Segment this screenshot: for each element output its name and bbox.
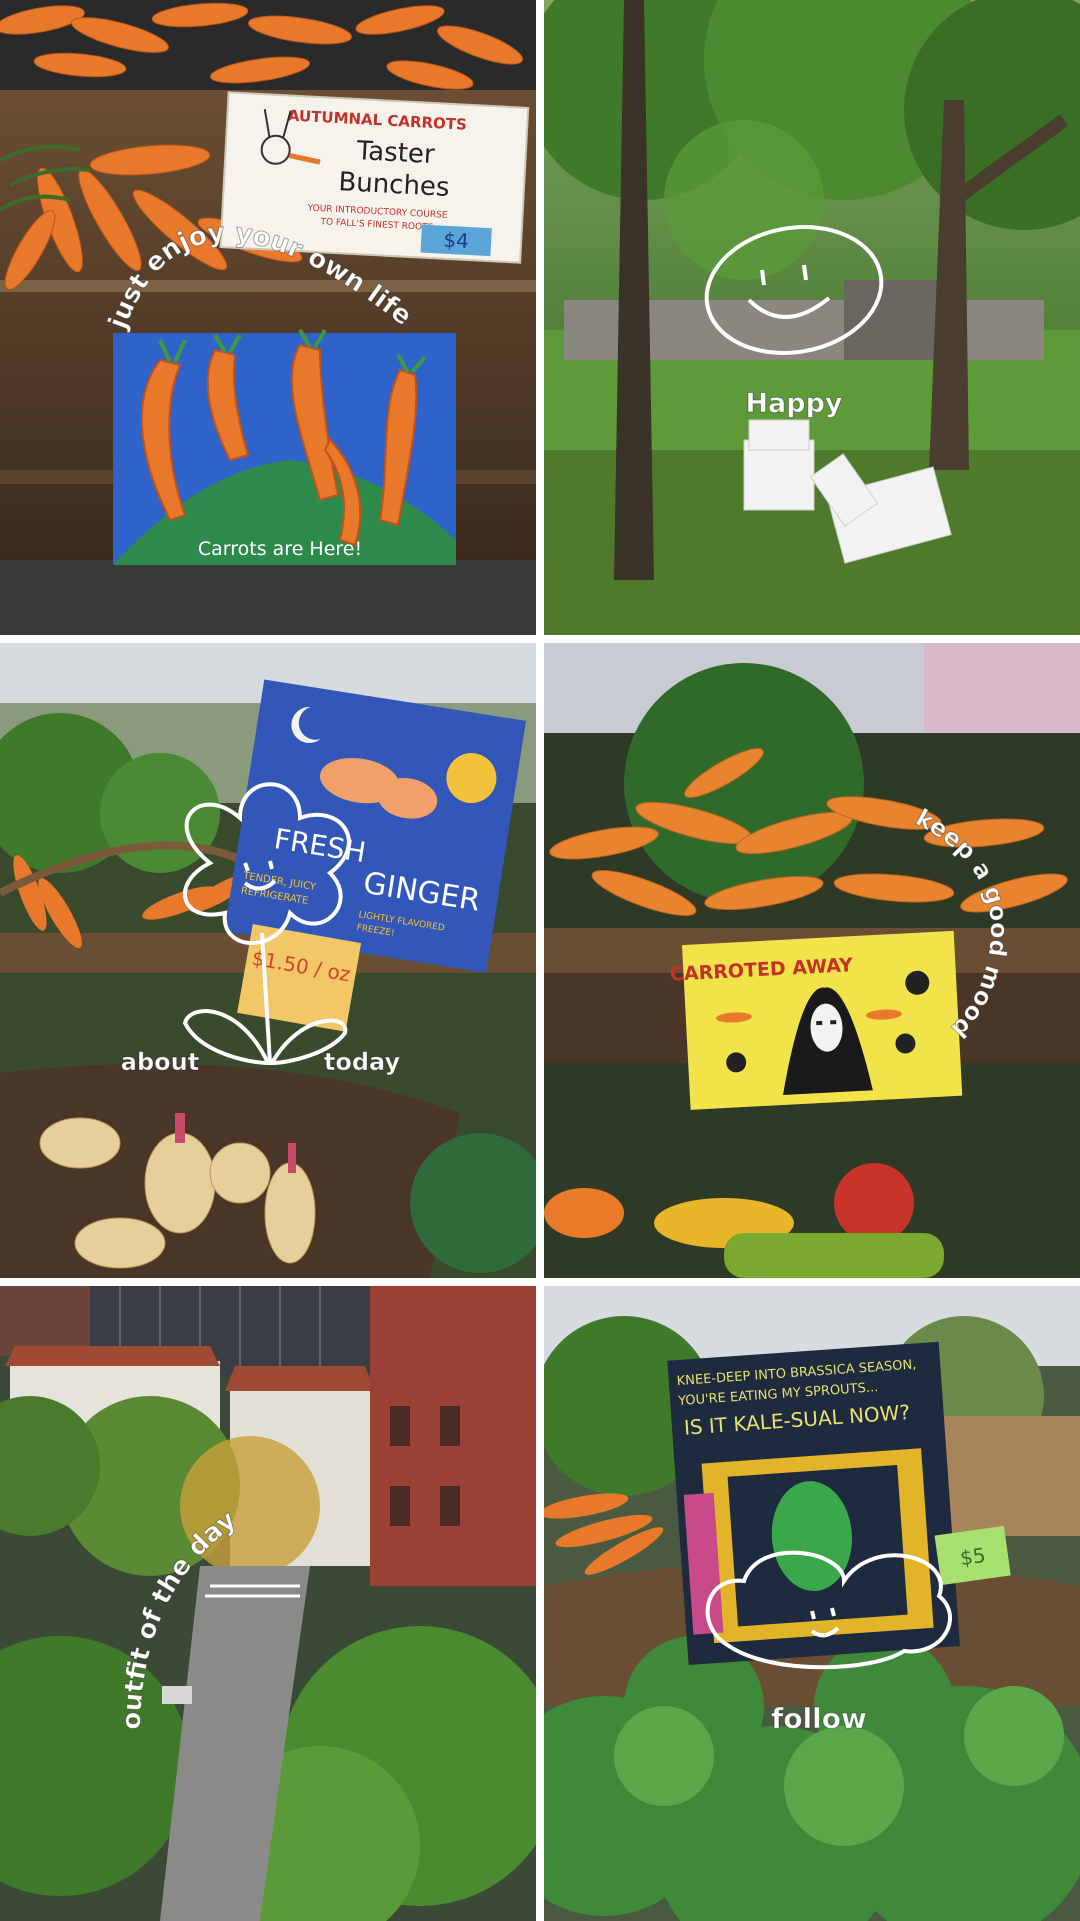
panel-carrots-taster: AUTUMNAL CARROTS Taster Bunches YOUR INT… [0,0,536,635]
panel-carroted-away: CARROTED AWAY keep a good mood [544,643,1080,1278]
photo-collage: AUTUMNAL CARROTS Taster Bunches YOUR INT… [0,0,1080,1921]
carrots-are-here-sign: Carrots are Here! [113,328,456,565]
carroted-away-sign: CARROTED AWAY [669,930,963,1110]
svg-text:Bunches: Bunches [338,167,451,203]
svg-text:$5: $5 [959,1543,988,1570]
ginger-photo: FRESH GINGER TENDER, JUICY REFRIGERATE L… [0,643,536,1278]
panel-kale-sual: KNEE-DEEP INTO BRASSICA SEASON, YOU'RE E… [544,1286,1080,1921]
panel-outfit-of-the-day: outfit of the day [0,1286,536,1921]
kale-price-tag: $5 [934,1525,1011,1586]
svg-text:Carrots are Here!: Carrots are Here! [198,538,362,560]
carroted-away-photo: CARROTED AWAY keep a good mood [544,643,1080,1278]
overlay-about: about [121,1048,199,1076]
city-photo: outfit of the day [0,1286,536,1921]
overlay-happy: Happy [745,388,842,419]
kale-photo: KNEE-DEEP INTO BRASSICA SEASON, YOU'RE E… [544,1286,1080,1921]
overlay-follow: follow [771,1702,867,1735]
overlay-today: today [324,1048,401,1076]
carrots-photo: AUTUMNAL CARROTS Taster Bunches YOUR INT… [0,0,536,635]
svg-text:Taster: Taster [355,136,436,170]
svg-text:$4: $4 [443,228,470,253]
panel-park-happy: Happy [544,0,1080,635]
park-photo: Happy [544,0,1080,635]
ginger-price-tag: $1.50 / oz [237,924,362,1032]
panel-fresh-ginger: FRESH GINGER TENDER, JUICY REFRIGERATE L… [0,643,536,1278]
